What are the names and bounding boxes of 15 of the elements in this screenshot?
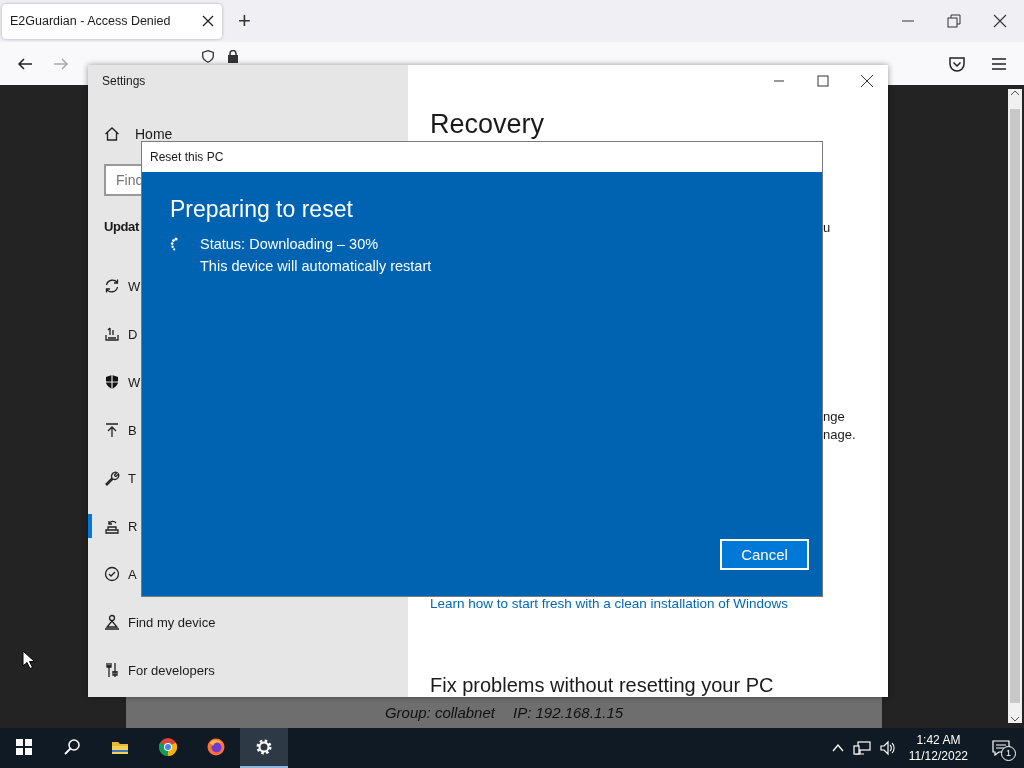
body-text: nge xyxy=(823,408,846,426)
section-heading: Updat xyxy=(104,218,140,236)
section-heading: Fix problems without resetting your PC xyxy=(430,673,775,697)
notification-count: 1 xyxy=(1001,746,1016,761)
status-text: Status: Downloading – 30% xyxy=(200,236,379,252)
clock-date: 11/12/2022 xyxy=(908,748,968,764)
body-text: nage. xyxy=(823,426,857,444)
page-heading: Recovery xyxy=(430,109,546,139)
restart-note: This device will automatically restart xyxy=(200,258,433,274)
ip-label: IP: 192.168.1.15 xyxy=(513,704,624,721)
body-text: u xyxy=(823,219,832,237)
clock-time: 1:42 AM xyxy=(916,732,961,748)
dialog-heading: Preparing to reset xyxy=(170,195,354,224)
window-title: Settings xyxy=(101,73,147,90)
group-label: Group: collabnet xyxy=(384,704,495,721)
